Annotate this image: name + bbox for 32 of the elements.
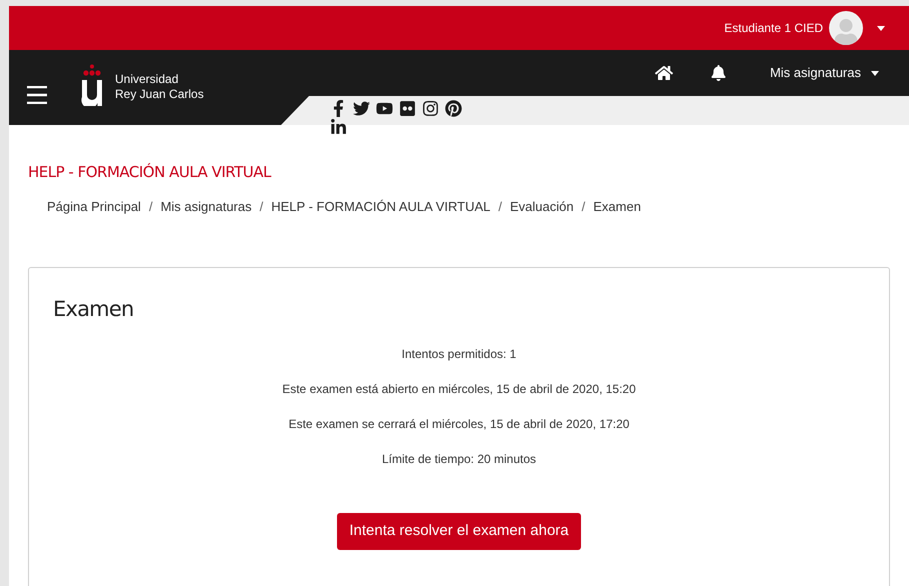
caret-icon	[877, 26, 885, 30]
quiz-info-text: Este examen está abierto en miércoles, 15 de abril de 2020, 15:20	[282, 381, 636, 398]
university-name: Rey Juan Carlos	[115, 87, 204, 102]
breadcrumb-separator: /	[260, 198, 264, 216]
user-menu[interactable]: Estudiante 1 CIED	[724, 11, 885, 45]
university-logo	[81, 64, 103, 106]
quiz-info-text: Intentos permitidos: 1	[402, 346, 516, 363]
breadcrumb-link[interactable]: Página Principal	[47, 197, 141, 216]
quiz-info-text: Límite de tiempo: 20 minutos	[382, 451, 536, 468]
menu-icon[interactable]	[27, 86, 47, 104]
linkedin-icon[interactable]	[330, 119, 347, 136]
start-attempt-button[interactable]: Intenta resolver el examen ahora	[337, 513, 581, 550]
instagram-icon[interactable]	[422, 100, 439, 117]
avatar-icon	[829, 11, 863, 45]
breadcrumb-link[interactable]: Evaluación	[510, 197, 574, 216]
home-icon[interactable]	[654, 65, 673, 81]
quiz-title: Examen	[53, 296, 134, 322]
course-title: HELP - FORMACIÓN AULA VIRTUAL	[28, 162, 271, 182]
youtube-icon[interactable]	[376, 100, 393, 117]
twitter-bird-icon[interactable]	[353, 100, 370, 117]
university-name: Universidad	[115, 72, 180, 87]
quiz-info-text: Este examen se cerrará el miércoles, 15 de abril de 2020, 17:20	[288, 416, 630, 433]
courses-menu[interactable]: Mis asignaturas	[770, 63, 879, 83]
pinterest-icon[interactable]	[445, 100, 462, 117]
bell-icon[interactable]	[710, 65, 726, 81]
breadcrumb-separator: /	[148, 198, 153, 216]
breadcrumb-separator: /	[582, 198, 586, 216]
breadcrumb-separator: /	[498, 198, 502, 216]
breadcrumb-link[interactable]: Examen	[593, 197, 641, 216]
breadcrumb-link[interactable]: HELP - FORMACIÓN AULA VIRTUAL	[271, 197, 490, 216]
breadcrumb-link[interactable]: Mis asignaturas	[160, 197, 252, 216]
caret-icon	[871, 70, 879, 76]
